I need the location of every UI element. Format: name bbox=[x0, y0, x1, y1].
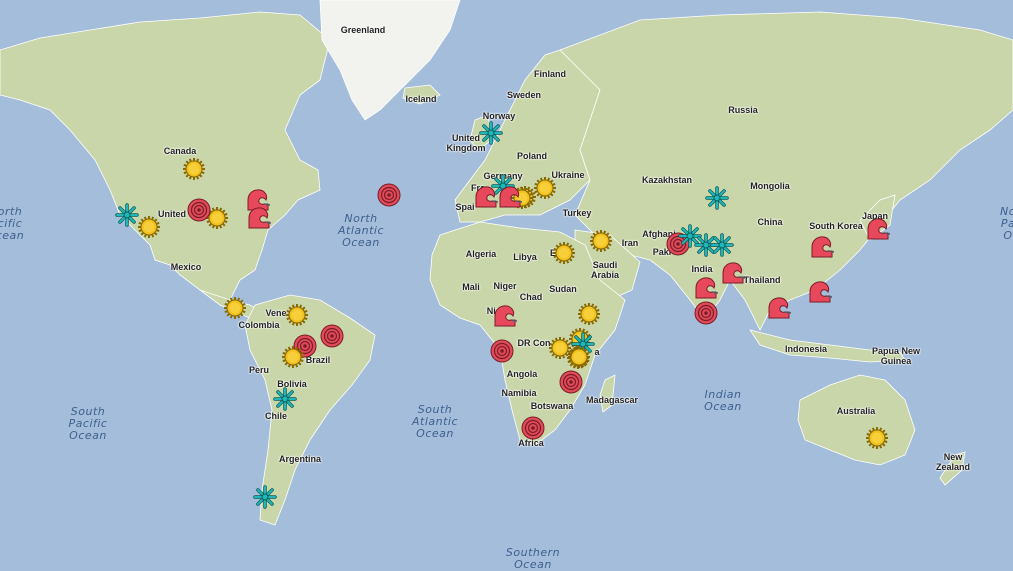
target-icon bbox=[521, 416, 545, 440]
wave-marker-india-west[interactable] bbox=[694, 276, 718, 300]
sun-marker-tanzania[interactable] bbox=[567, 345, 591, 369]
wave-marker-italy[interactable] bbox=[498, 185, 522, 209]
sun-icon bbox=[138, 216, 160, 238]
sun-icon bbox=[553, 242, 575, 264]
target-icon bbox=[490, 339, 514, 363]
sun-icon bbox=[866, 427, 888, 449]
sun-icon bbox=[578, 303, 600, 325]
ocean-label-southern: Southern Ocean bbox=[505, 546, 561, 571]
target-marker-india-south[interactable] bbox=[694, 301, 718, 325]
target-marker-brazil-north[interactable] bbox=[320, 324, 344, 348]
sun-icon bbox=[224, 297, 246, 319]
wave-icon bbox=[695, 277, 718, 299]
target-marker-north-atlantic[interactable] bbox=[377, 183, 401, 207]
target-icon bbox=[559, 370, 583, 394]
snowflake-marker-himalaya-3[interactable] bbox=[710, 233, 734, 257]
target-icon bbox=[377, 183, 401, 207]
ocean-label-south-atlantic: South Atlantic Ocean bbox=[411, 403, 459, 440]
sun-marker-somalia[interactable] bbox=[577, 302, 601, 326]
sun-icon bbox=[286, 304, 308, 326]
wave-icon bbox=[475, 186, 498, 208]
wave-icon bbox=[499, 186, 522, 208]
wave-icon bbox=[768, 297, 791, 319]
wave-icon bbox=[248, 207, 271, 229]
wave-marker-south-korea[interactable] bbox=[810, 235, 834, 259]
sun-marker-venezuela[interactable] bbox=[285, 303, 309, 327]
wave-marker-philippines[interactable] bbox=[808, 280, 832, 304]
snowflake-marker-patagonia[interactable] bbox=[253, 485, 277, 509]
snowflake-icon bbox=[479, 121, 503, 145]
sun-icon bbox=[282, 346, 304, 368]
map-base bbox=[0, 0, 1013, 571]
snowflake-icon bbox=[705, 186, 729, 210]
target-marker-gabon[interactable] bbox=[490, 339, 514, 363]
ocean-label-south-pacific: South Pacific Ocean bbox=[68, 405, 108, 442]
ocean-label-indian: Indian Ocean bbox=[704, 388, 742, 413]
sun-marker-australia[interactable] bbox=[865, 426, 889, 450]
sun-marker-colombia[interactable] bbox=[223, 296, 247, 320]
target-icon bbox=[187, 198, 211, 222]
target-marker-united-states-central[interactable] bbox=[187, 198, 211, 222]
snowflake-icon bbox=[710, 233, 734, 257]
sun-marker-iran[interactable] bbox=[589, 229, 613, 253]
wave-marker-nigeria[interactable] bbox=[493, 304, 517, 328]
snowflake-icon bbox=[273, 387, 297, 411]
target-icon bbox=[694, 301, 718, 325]
sun-icon bbox=[183, 158, 205, 180]
sun-marker-brazil-west[interactable] bbox=[281, 345, 305, 369]
wave-icon bbox=[494, 305, 517, 327]
sun-marker-canada[interactable] bbox=[182, 157, 206, 181]
sun-icon bbox=[590, 230, 612, 252]
snowflake-icon bbox=[115, 203, 139, 227]
snowflake-marker-china-west[interactable] bbox=[705, 186, 729, 210]
ocean-label-north-pacific-partial: orth cific cean bbox=[0, 205, 25, 242]
wave-marker-japan[interactable] bbox=[866, 217, 890, 241]
wave-marker-france[interactable] bbox=[474, 185, 498, 209]
wave-icon bbox=[811, 236, 834, 258]
sun-icon bbox=[568, 346, 590, 368]
wave-marker-myanmar[interactable] bbox=[767, 296, 791, 320]
wave-icon bbox=[722, 262, 745, 284]
sun-marker-egypt[interactable] bbox=[552, 241, 576, 265]
ocean-label-north-pacific-partial-right: No Pa O bbox=[1000, 205, 1013, 242]
ocean-label-north-atlantic: North Atlantic Ocean bbox=[337, 212, 385, 249]
target-marker-mozambique[interactable] bbox=[559, 370, 583, 394]
wave-icon bbox=[867, 218, 890, 240]
target-marker-south-africa[interactable] bbox=[521, 416, 545, 440]
wave-icon bbox=[809, 281, 832, 303]
snowflake-marker-chile[interactable] bbox=[273, 387, 297, 411]
target-icon bbox=[320, 324, 344, 348]
sun-marker-united-states-west[interactable] bbox=[137, 215, 161, 239]
snowflake-marker-uk[interactable] bbox=[479, 121, 503, 145]
wave-marker-bangladesh[interactable] bbox=[721, 261, 745, 285]
snowflake-icon bbox=[253, 485, 277, 509]
snowflake-marker-united-states-west-coast[interactable] bbox=[115, 203, 139, 227]
wave-marker-united-states-east-2[interactable] bbox=[247, 206, 271, 230]
world-map[interactable]: Greenland Iceland Finland Sweden Norway Unite… bbox=[0, 0, 1013, 571]
